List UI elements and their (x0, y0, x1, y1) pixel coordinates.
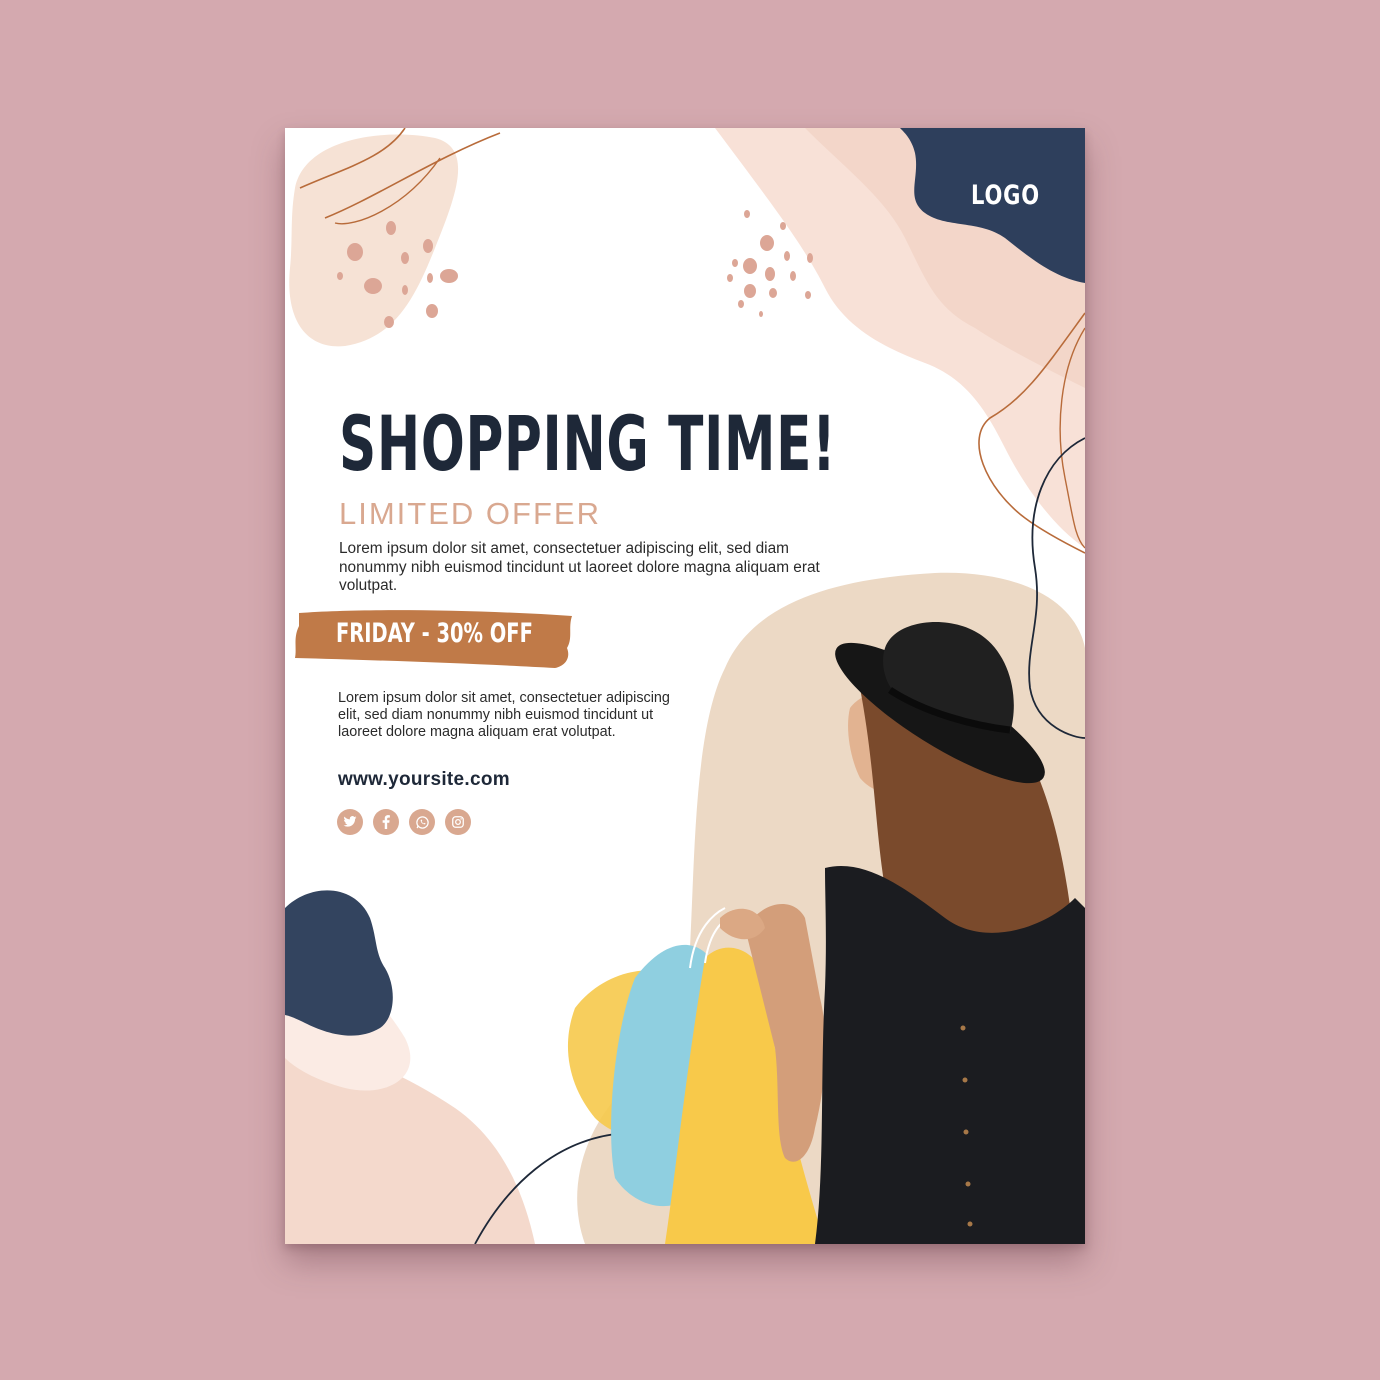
instagram-icon[interactable] (445, 809, 471, 835)
twitter-icon[interactable] (337, 809, 363, 835)
detail-text: Lorem ipsum dolor sit amet, consectetuer… (338, 690, 670, 740)
whatsapp-icon[interactable] (409, 809, 435, 835)
decorative-background (285, 128, 1085, 1244)
woman-dress (815, 866, 1085, 1244)
promo-banner-text: FRIDAY - 30% OFF (336, 618, 533, 649)
logo: LOGO (971, 180, 1040, 211)
navy-blob-bottom-left (285, 890, 393, 1036)
social-icons (337, 809, 471, 835)
website-link[interactable]: www.yoursite.com (338, 769, 510, 791)
poster: LOGO SHOPPING TIME! LIMITED OFFER Lorem … (285, 128, 1085, 1244)
headline: SHOPPING TIME! (339, 399, 837, 488)
subheadline: LIMITED OFFER (339, 496, 601, 531)
intro-text: Lorem ipsum dolor sit amet, consectetuer… (339, 540, 820, 594)
facebook-icon[interactable] (373, 809, 399, 835)
